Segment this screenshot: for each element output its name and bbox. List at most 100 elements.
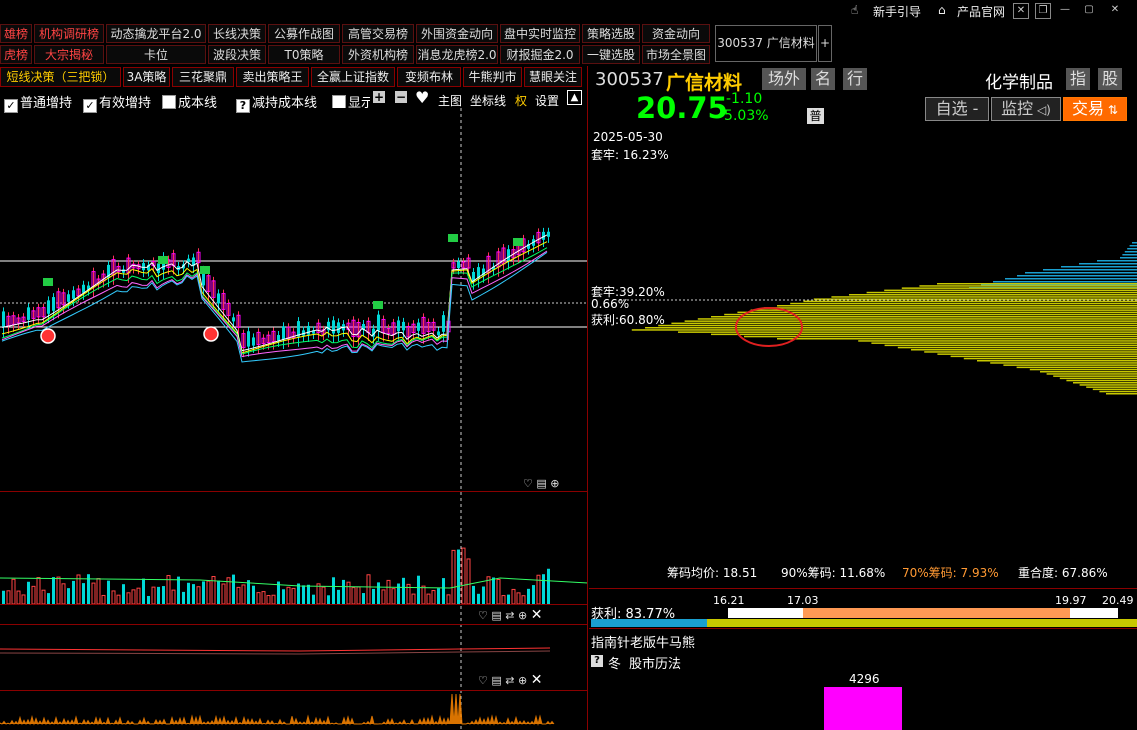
range-bar-low — [728, 608, 803, 618]
volume-bar — [461, 547, 466, 605]
checkbox-effective-increase[interactable]: ✓ 有效增持 — [83, 92, 151, 113]
official-site-link[interactable]: 产品官网 — [957, 3, 1005, 20]
checkbox-reduce-cost-line[interactable]: ? 减持成本线 — [236, 92, 317, 113]
nav-item[interactable]: 策略选股 — [582, 24, 640, 43]
panel-divider — [0, 624, 588, 625]
pu-badge: 普 — [807, 108, 824, 124]
volume-bar — [397, 583, 400, 604]
checkbox-show[interactable]: 显示 — [332, 92, 370, 108]
candle-body — [142, 263, 145, 271]
checkbox-cost-line[interactable]: 成本线 — [162, 92, 217, 111]
strategy-tab[interactable]: 三花聚鼎 — [172, 67, 234, 87]
stat-label: 70%筹码: — [902, 566, 957, 580]
nav-item[interactable]: 高管交易榜 — [342, 24, 414, 43]
strategy-tab[interactable]: 卖出策略王 — [236, 67, 309, 87]
strategy-tab[interactable]: 3A策略 — [123, 67, 170, 87]
checkbox-normal-increase[interactable]: ✓ 普通增持 — [4, 92, 72, 113]
guide-link[interactable]: 新手引导 — [873, 3, 921, 20]
guide-icon[interactable]: ☝ — [851, 3, 858, 17]
stock-tab[interactable]: 300537 广信材料 — [715, 25, 817, 62]
chart-area[interactable] — [0, 108, 588, 730]
volume-bar — [116, 594, 121, 605]
nav-item[interactable]: 长线决策 — [208, 24, 266, 43]
chip-bar — [790, 302, 1137, 305]
close-small-icon[interactable]: ✕ — [1013, 3, 1029, 19]
range-tick: 16.21 — [713, 594, 745, 607]
tag-name[interactable]: 名 — [811, 68, 835, 90]
strategy-tab[interactable]: 变频布林 — [397, 67, 461, 87]
tag-stock[interactable]: 股 — [1098, 68, 1122, 90]
nav-item[interactable]: 外围资金动向 — [416, 24, 498, 43]
stat-label: 筹码均价: — [667, 566, 720, 580]
chip-bar — [1046, 373, 1137, 375]
tag-industry[interactable]: 行 — [843, 68, 867, 90]
nav-item[interactable]: 虎榜 — [0, 45, 32, 64]
volume-bar — [82, 583, 85, 604]
nav-item[interactable]: 动态擒龙平台2.0 — [106, 24, 206, 43]
nav-item[interactable]: 一键选股 — [582, 45, 640, 64]
settings-button[interactable]: 设置 — [535, 92, 559, 109]
nav-item[interactable]: 外资机构榜 — [342, 45, 414, 64]
rights-button[interactable]: 权 — [515, 92, 527, 109]
panel-tools[interactable]: ♡ ▤ ⊕ — [523, 477, 559, 490]
strategy-tab[interactable]: 慧眼关注 — [524, 67, 582, 87]
zoom-in-icon[interactable]: + — [373, 91, 385, 103]
restore-icon[interactable]: ❐ — [1035, 3, 1051, 19]
nav-item[interactable]: 大宗揭秘 — [34, 45, 104, 64]
profit-bar-cyan — [591, 619, 707, 627]
monitor-button[interactable]: 监控 ◁) — [991, 97, 1061, 121]
volume-bar — [321, 586, 326, 605]
chip-bar — [1017, 275, 1137, 277]
nav-item[interactable]: T0策略 — [268, 45, 340, 64]
tag-otc[interactable]: 场外 — [762, 68, 806, 90]
tag-index[interactable]: 指 — [1066, 68, 1090, 90]
nav-item[interactable]: 机构调研榜 — [34, 24, 104, 43]
candle-body — [27, 307, 30, 320]
volume-bar — [252, 585, 255, 604]
minimize-icon[interactable]: — — [1058, 3, 1072, 17]
chip-bar — [645, 327, 1137, 329]
strategy-tab[interactable]: 短线决策（三把锁） — [0, 67, 121, 87]
heart-icon[interactable]: ♥ — [415, 88, 429, 107]
candle-body — [277, 335, 280, 341]
sector-name[interactable]: 化学制品 — [985, 68, 1053, 93]
volume-bar — [47, 593, 50, 604]
nav-item[interactable]: 市场全景图 — [642, 45, 710, 64]
nav-item[interactable]: 雄榜 — [0, 24, 32, 43]
collapse-icon[interactable]: ▲ — [567, 90, 582, 105]
nav-item[interactable]: 财报掘金2.0 — [500, 45, 580, 64]
volume-bar — [101, 594, 106, 605]
chip-bar — [1086, 386, 1137, 388]
axis-line-button[interactable]: 坐标线 — [470, 92, 506, 109]
close-icon[interactable]: ✕ — [1108, 3, 1122, 17]
strategy-tab[interactable]: 牛熊判市 — [463, 67, 522, 87]
candle-body — [67, 294, 70, 302]
nav-item[interactable]: 卡位 — [106, 45, 206, 64]
panel-tools[interactable]: ♡ ▤ ⇄ ⊕ ✕ — [478, 672, 542, 688]
strategy-tab[interactable]: 全赢上证指数 — [311, 67, 395, 87]
trade-button[interactable]: 交易 ⇅ — [1063, 97, 1127, 121]
volume-bar — [232, 574, 235, 604]
monitor-label: 监控 — [1001, 99, 1034, 118]
nav-item[interactable]: 波段决策 — [208, 45, 266, 64]
volume-bar — [346, 581, 351, 605]
home-icon[interactable]: ⌂ — [938, 3, 946, 17]
add-tab-button[interactable]: + — [818, 25, 832, 62]
nav-item[interactable]: 公募作战图 — [268, 24, 340, 43]
chip-bar — [750, 309, 1137, 311]
volume-bar — [202, 581, 205, 604]
chip-bar — [849, 294, 1137, 296]
nav-item[interactable]: 消息龙虎榜2.0 — [416, 45, 498, 64]
nav-item[interactable]: 盘中实时监控 — [500, 24, 580, 43]
panel-tools[interactable]: ♡ ▤ ⇄ ⊕ ✕ — [478, 607, 542, 623]
chip-bar — [1120, 257, 1137, 259]
lock-icon — [513, 238, 523, 246]
help-icon[interactable]: ? — [591, 655, 603, 667]
main-chart-button[interactable]: 主图 — [438, 92, 462, 109]
watchlist-button[interactable]: 自选 - — [925, 97, 989, 121]
zoom-out-icon[interactable]: − — [395, 91, 407, 103]
panel-splitter[interactable] — [587, 66, 588, 730]
candle-body — [377, 314, 380, 331]
nav-item[interactable]: 资金动向 — [642, 24, 710, 43]
maximize-icon[interactable]: ▢ — [1082, 3, 1096, 17]
